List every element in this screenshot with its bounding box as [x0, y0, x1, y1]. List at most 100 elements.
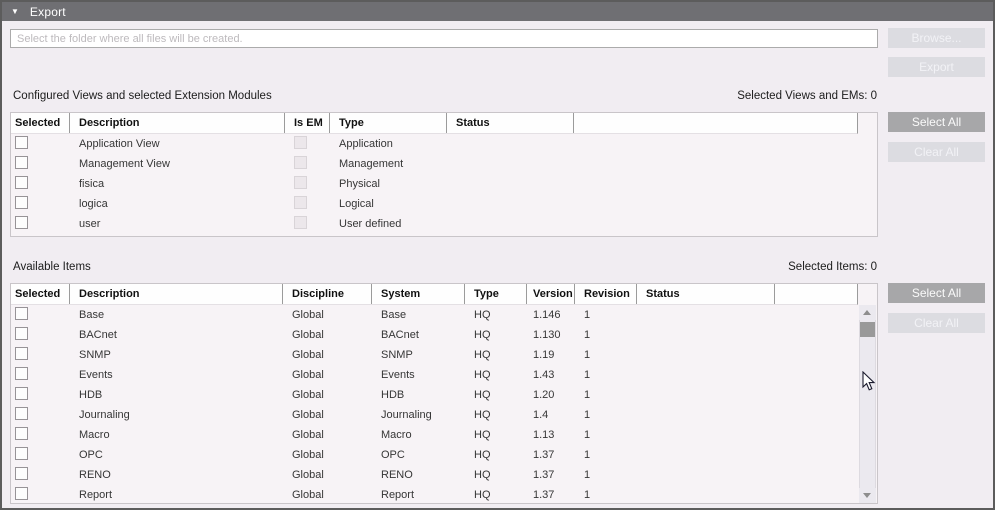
type-cell: HQ: [465, 329, 527, 341]
scroll-up-icon[interactable]: [859, 305, 876, 320]
type-cell: Physical: [330, 178, 447, 190]
system-cell: Base: [372, 309, 465, 321]
table-row[interactable]: OPC Global OPC HQ 1.37 1: [11, 445, 877, 465]
folder-path-input[interactable]: [10, 29, 878, 48]
items-col-selected[interactable]: Selected: [11, 284, 70, 304]
views-selected-count: Selected Views and EMs: 0: [737, 90, 877, 102]
collapse-triangle-icon[interactable]: ▼: [11, 7, 19, 16]
type-cell: HQ: [465, 349, 527, 361]
selected-cell: [11, 427, 70, 443]
type-cell: HQ: [465, 389, 527, 401]
export-button[interactable]: Export: [888, 57, 985, 77]
items-col-type[interactable]: Type: [465, 284, 527, 304]
items-col-discipline[interactable]: Discipline: [283, 284, 372, 304]
views-select-all-button[interactable]: Select All: [888, 112, 985, 132]
table-row[interactable]: Management View Management: [11, 154, 877, 174]
row-checkbox[interactable]: [15, 176, 28, 189]
version-cell: 1.37: [527, 469, 575, 481]
system-cell: Macro: [372, 429, 465, 441]
system-cell: OPC: [372, 449, 465, 461]
selected-cell: [11, 176, 70, 192]
items-table-header: Selected Description Discipline System T…: [11, 284, 877, 305]
revision-cell: 1: [575, 409, 637, 421]
row-checkbox[interactable]: [15, 156, 28, 169]
views-col-type[interactable]: Type: [330, 113, 447, 133]
row-checkbox[interactable]: [15, 327, 28, 340]
items-col-status[interactable]: Status: [637, 284, 775, 304]
browse-button[interactable]: Browse...: [888, 28, 985, 48]
items-col-system[interactable]: System: [372, 284, 465, 304]
items-col-description[interactable]: Description: [70, 284, 283, 304]
views-col-selected[interactable]: Selected: [11, 113, 70, 133]
table-row[interactable]: Report Global Report HQ 1.37 1: [11, 485, 877, 504]
views-clear-all-button[interactable]: Clear All: [888, 142, 985, 162]
description-cell: OPC: [70, 449, 283, 461]
row-checkbox[interactable]: [15, 347, 28, 360]
views-header-pad: [858, 113, 877, 134]
scrollbar-thumb[interactable]: [860, 322, 875, 337]
items-clear-all-button[interactable]: Clear All: [888, 313, 985, 333]
row-checkbox[interactable]: [15, 487, 28, 500]
items-select-all-button[interactable]: Select All: [888, 283, 985, 303]
table-row[interactable]: logica Logical: [11, 194, 877, 214]
version-cell: 1.37: [527, 489, 575, 501]
selected-cell: [11, 447, 70, 463]
scrollbar-track[interactable]: [859, 320, 876, 488]
items-vertical-scrollbar[interactable]: [859, 305, 876, 503]
row-checkbox[interactable]: [15, 407, 28, 420]
description-cell: Base: [70, 309, 283, 321]
table-row[interactable]: RENO Global RENO HQ 1.37 1: [11, 465, 877, 485]
table-row[interactable]: Journaling Global Journaling HQ 1.4 1: [11, 405, 877, 425]
table-row[interactable]: SNMP Global SNMP HQ 1.19 1: [11, 345, 877, 365]
type-cell: HQ: [465, 449, 527, 461]
views-col-description[interactable]: Description: [70, 113, 285, 133]
table-row[interactable]: user User defined: [11, 214, 877, 234]
isem-cell: [285, 216, 330, 232]
description-cell: BACnet: [70, 329, 283, 341]
row-checkbox[interactable]: [15, 136, 28, 149]
row-checkbox[interactable]: [15, 427, 28, 440]
type-cell: HQ: [465, 489, 527, 501]
isem-cell: [285, 136, 330, 152]
description-cell: Macro: [70, 429, 283, 441]
selected-cell: [11, 387, 70, 403]
views-col-status[interactable]: Status: [447, 113, 574, 133]
row-checkbox[interactable]: [15, 367, 28, 380]
row-checkbox[interactable]: [15, 196, 28, 209]
revision-cell: 1: [575, 429, 637, 441]
description-cell: fisica: [70, 178, 285, 190]
discipline-cell: Global: [283, 309, 372, 321]
table-row[interactable]: Events Global Events HQ 1.43 1: [11, 365, 877, 385]
selected-cell: [11, 347, 70, 363]
system-cell: Journaling: [372, 409, 465, 421]
table-row[interactable]: fisica Physical: [11, 174, 877, 194]
views-table-body: Application View Application Management …: [11, 134, 877, 234]
table-row[interactable]: HDB Global HDB HQ 1.20 1: [11, 385, 877, 405]
description-cell: Journaling: [70, 409, 283, 421]
description-cell: RENO: [70, 469, 283, 481]
views-col-isem[interactable]: Is EM: [285, 113, 330, 133]
version-cell: 1.13: [527, 429, 575, 441]
isem-checkbox-disabled: [294, 176, 307, 189]
description-cell: Events: [70, 369, 283, 381]
row-checkbox[interactable]: [15, 447, 28, 460]
system-cell: RENO: [372, 469, 465, 481]
table-row[interactable]: Macro Global Macro HQ 1.13 1: [11, 425, 877, 445]
table-row[interactable]: Application View Application: [11, 134, 877, 154]
row-checkbox[interactable]: [15, 387, 28, 400]
version-cell: 1.43: [527, 369, 575, 381]
version-cell: 1.37: [527, 449, 575, 461]
row-checkbox[interactable]: [15, 307, 28, 320]
isem-cell: [285, 196, 330, 212]
row-checkbox[interactable]: [15, 216, 28, 229]
items-col-version[interactable]: Version: [527, 284, 575, 304]
system-cell: BACnet: [372, 329, 465, 341]
table-row[interactable]: Base Global Base HQ 1.146 1: [11, 305, 877, 325]
row-checkbox[interactable]: [15, 467, 28, 480]
items-col-revision[interactable]: Revision: [575, 284, 637, 304]
table-row[interactable]: BACnet Global BACnet HQ 1.130 1: [11, 325, 877, 345]
isem-checkbox-disabled: [294, 196, 307, 209]
scroll-down-icon[interactable]: [859, 488, 876, 503]
selected-cell: [11, 487, 70, 503]
isem-checkbox-disabled: [294, 216, 307, 229]
